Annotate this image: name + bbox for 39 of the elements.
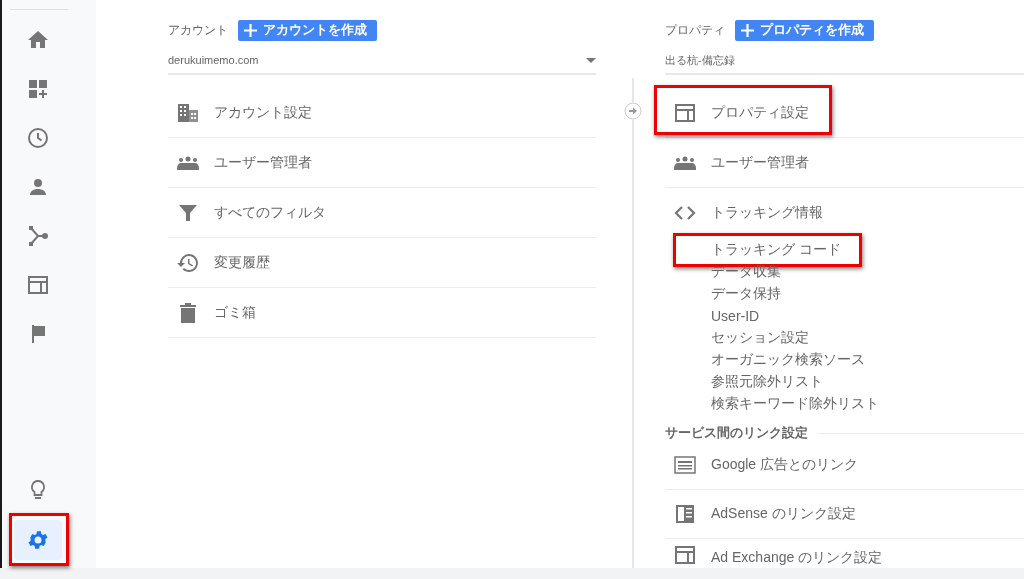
clock-icon <box>26 126 50 150</box>
ad-panel-icon <box>673 453 697 477</box>
settings-row[interactable]: AdSense のリンク設定 <box>665 490 1024 539</box>
settings-row[interactable]: アカウント設定 <box>168 88 596 138</box>
submenu-link[interactable]: データ保持 <box>711 285 781 303</box>
settings-row[interactable]: ユーザー管理者 <box>168 138 596 188</box>
column-layout-icon <box>673 502 697 526</box>
settings-row[interactable]: プロパティ設定 <box>665 88 1024 138</box>
create-account-button[interactable]: アカウントを作成 <box>238 19 377 41</box>
submenu-link[interactable]: トラッキング コード <box>711 241 841 259</box>
property-dropdown[interactable]: 出る杭-備忘録 <box>665 47 1024 75</box>
arrow-circle-icon <box>624 102 642 120</box>
plus-icon <box>741 23 754 37</box>
branch-icon <box>26 224 50 248</box>
settings-row[interactable]: ユーザー管理者 <box>665 138 1024 188</box>
create-property-button[interactable]: プロパティを作成 <box>735 19 874 41</box>
settings-row[interactable]: 変更履歴 <box>168 238 596 288</box>
submenu-link[interactable]: オーガニック検索ソース <box>711 351 865 369</box>
account-dropdown[interactable]: derukuimemo.com <box>168 47 596 75</box>
section-title: サービス間のリンク設定 <box>665 424 808 442</box>
dropdown-caret-icon <box>586 57 596 63</box>
settings-row[interactable]: トラッキング情報 <box>665 188 1024 237</box>
plus-icon <box>244 23 257 37</box>
settings-icon <box>26 528 50 552</box>
settings-row[interactable]: Google 広告とのリンク <box>665 441 1024 490</box>
submenu-link[interactable]: 検索キーワード除外リスト <box>711 395 879 413</box>
settings-row[interactable]: ゴミ箱 <box>168 288 596 338</box>
nav-button[interactable] <box>14 520 62 560</box>
settings-row[interactable]: すべてのフィルタ <box>168 188 596 238</box>
layout-icon <box>673 543 697 567</box>
submenu-link[interactable]: 参照元除外リスト <box>711 373 823 391</box>
submenu-link[interactable]: User-ID <box>711 308 760 324</box>
account-label: アカウント <box>168 21 228 39</box>
settings-row[interactable]: Ad Exchange のリンク設定 <box>665 539 1024 567</box>
dashboard-plus-icon <box>26 77 50 101</box>
submenu-link[interactable]: セッション設定 <box>711 329 809 347</box>
submenu-link[interactable]: データ収集 <box>711 263 781 281</box>
property-label: プロパティ <box>665 21 725 39</box>
layout-icon <box>26 273 50 297</box>
